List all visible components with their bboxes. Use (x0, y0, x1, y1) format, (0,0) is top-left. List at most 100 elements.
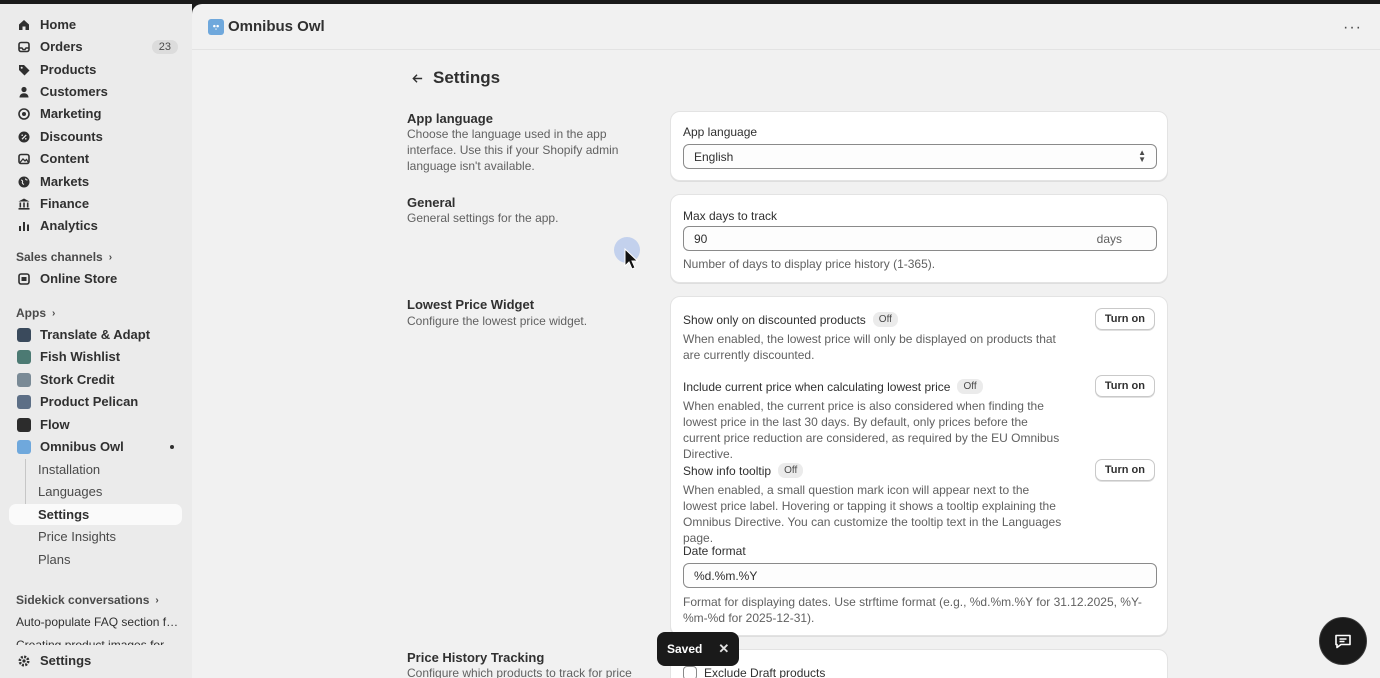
turn-on-discounted-button[interactable]: Turn on (1094, 308, 1155, 330)
sidekick-heading[interactable]: Sidekick conversations › (16, 593, 159, 607)
nav-orders[interactable]: Orders 23 (9, 36, 182, 57)
chat-icon (1335, 634, 1351, 649)
app-language-section-title: App language (407, 111, 493, 126)
more-actions-icon[interactable]: ··· (1343, 19, 1362, 37)
nav-online-store[interactable]: Online Store (9, 268, 182, 289)
nav-settings[interactable]: Settings (9, 650, 182, 671)
sales-channels-heading[interactable]: Sales channels › (16, 250, 112, 264)
nav-app-stork-credit[interactable]: Stork Credit (9, 369, 182, 390)
date-format-help: Format for displaying dates. Use strftim… (683, 595, 1142, 625)
chart-icon (17, 219, 31, 233)
general-section-desc: General settings for the app. (407, 211, 559, 225)
nav-app-translate[interactable]: Translate & Adapt (9, 324, 182, 345)
max-days-label: Max days to track (683, 209, 778, 223)
date-format-value: %d.%m.%Y (694, 568, 758, 583)
apps-heading-label: Apps (16, 306, 46, 320)
tracking-card: Exclude Draft products (670, 649, 1168, 678)
sidekick-conversation-item[interactable]: Creating product images for p... (16, 638, 181, 645)
sidekick-heading-label: Sidekick conversations (16, 593, 150, 607)
store-icon (17, 272, 31, 286)
turn-on-tooltip-button[interactable]: Turn on (1094, 459, 1155, 481)
nav-customers-label: Customers (40, 84, 108, 99)
max-days-value: 90 (694, 231, 708, 246)
nav-app-flow[interactable]: Flow (9, 414, 182, 435)
mouse-cursor-icon (624, 248, 638, 270)
general-card: Max days to track 90 days Number of days… (670, 194, 1168, 283)
nav-products[interactable]: Products (9, 59, 182, 80)
discount-icon (17, 130, 31, 144)
nav-discounts[interactable]: Discounts (9, 126, 182, 147)
nav-sub-languages[interactable]: Languages (9, 481, 182, 502)
nav-online-store-label: Online Store (40, 271, 118, 286)
owl-app-icon (208, 18, 224, 35)
general-section-title: General (407, 195, 456, 210)
content-icon (17, 152, 31, 166)
nav-app-product-pelican-label: Product Pelican (40, 394, 139, 409)
toast-text: Saved (667, 642, 703, 656)
date-format-input[interactable]: %d.%m.%Y (683, 563, 1157, 588)
app-language-section-desc: Choose the language used in the app inte… (407, 127, 619, 173)
max-days-suffix: days (1096, 232, 1122, 246)
chat-button[interactable] (1319, 617, 1367, 665)
option-discounted-title-text: Show only on discounted products (683, 312, 866, 327)
option-discounted-title: Show only on discounted products Off (683, 312, 898, 327)
main-content: Omnibus Owl ··· Settings App language Ch… (192, 4, 1380, 678)
nav-app-fish-wishlist-label: Fish Wishlist (40, 349, 121, 364)
page-title: Settings (433, 68, 501, 87)
exclude-draft-checkbox[interactable] (683, 666, 697, 678)
widget-section-desc: Configure the lowest price widget. (407, 314, 588, 328)
nav-content[interactable]: Content (9, 148, 182, 169)
nav-marketing[interactable]: Marketing (9, 103, 182, 124)
person-icon (17, 85, 31, 99)
sidekick-conversation-item[interactable]: Auto-populate FAQ section fro... (16, 615, 181, 629)
chevron-right-icon: › (155, 594, 159, 606)
status-badge: Off (872, 312, 898, 327)
nav-app-fish-wishlist[interactable]: Fish Wishlist (9, 346, 182, 367)
nav-finance[interactable]: Finance (9, 193, 182, 214)
max-days-input[interactable]: 90 days (683, 226, 1157, 251)
app-language-label: App language (683, 125, 758, 139)
option-current-price-title-text: Include current price when calculating l… (683, 379, 951, 394)
nav-analytics[interactable]: Analytics (9, 215, 182, 236)
back-arrow-icon[interactable] (407, 68, 427, 88)
nav-marketing-label: Marketing (40, 106, 102, 121)
turn-on-current-price-button[interactable]: Turn on (1094, 375, 1155, 397)
option-discounted-desc: When enabled, the lowest price will only… (683, 332, 1056, 362)
chevron-right-icon: › (108, 251, 113, 263)
tracking-section-title: Price History Tracking (407, 650, 545, 665)
orders-icon (17, 40, 31, 54)
nav-home-label: Home (40, 17, 77, 32)
nav-products-label: Products (40, 62, 97, 77)
nav-sub-installation[interactable]: Installation (9, 459, 182, 480)
app-language-select[interactable]: English ▲ ▼ (683, 144, 1157, 169)
sales-channels-heading-label: Sales channels (16, 250, 103, 264)
nav-customers[interactable]: Customers (9, 81, 182, 102)
app-header: Omnibus Owl ··· (192, 4, 1380, 50)
nav-sub-price-insights[interactable]: Price Insights (9, 526, 182, 547)
nav-app-product-pelican[interactable]: Product Pelican (9, 391, 182, 412)
chevron-right-icon: › (52, 307, 56, 319)
nav-app-omnibus-owl[interactable]: Omnibus Owl (9, 436, 182, 457)
select-arrows-icon: ▲ ▼ (1138, 148, 1146, 164)
fish-app-icon (17, 349, 31, 364)
nav-home[interactable]: Home (9, 14, 182, 35)
nav-sub-settings[interactable]: Settings (9, 504, 182, 525)
nav-markets[interactable]: Markets (9, 171, 182, 192)
widget-section-title: Lowest Price Widget (407, 297, 535, 312)
status-badge: Off (957, 379, 983, 394)
app-language-value: English (694, 149, 734, 164)
close-icon[interactable]: ✕ (718, 641, 729, 657)
translate-app-icon (17, 327, 31, 342)
apps-heading[interactable]: Apps › (16, 306, 55, 320)
option-current-price-title: Include current price when calculating l… (683, 379, 983, 394)
date-format-label: Date format (683, 544, 746, 558)
nav-analytics-label: Analytics (40, 218, 98, 233)
page-title-row: Settings (407, 68, 500, 88)
option-tooltip-title: Show info tooltip Off (683, 463, 804, 478)
nav-sub-plans[interactable]: Plans (9, 549, 182, 570)
nav-app-translate-label: Translate & Adapt (40, 327, 151, 342)
app-language-card: App language English ▲ ▼ (670, 111, 1168, 181)
option-tooltip-title-text: Show info tooltip (683, 463, 772, 478)
nav-content-label: Content (40, 151, 90, 166)
globe-icon (17, 175, 31, 189)
